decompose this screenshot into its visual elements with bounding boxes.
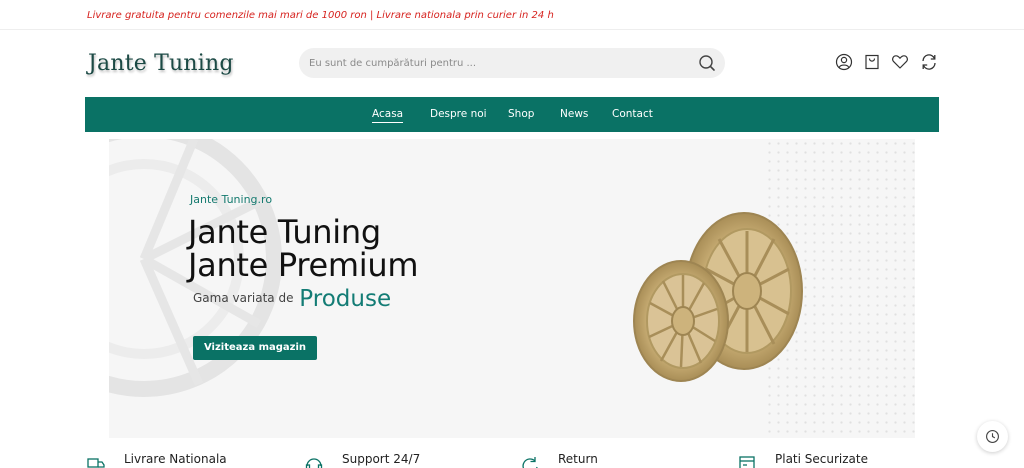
return-icon (520, 454, 540, 468)
hero-subtitle-highlight: Produse (299, 286, 392, 312)
headset-icon (304, 454, 324, 468)
nav-item-news[interactable]: News (560, 108, 588, 120)
hero-subtitle-text: Gama variata de (193, 291, 294, 305)
history-button[interactable] (977, 421, 1008, 452)
bag-icon[interactable] (862, 52, 882, 72)
visit-shop-button[interactable]: Viziteaza magazin (193, 336, 317, 360)
site-header: Jante Tuning (0, 30, 1024, 96)
payment-icon (737, 454, 757, 468)
features-strip: Livrare Nationala Support 24/7 Return Pl… (0, 446, 1024, 468)
hero-subtitle: Gama variata de Produse (193, 282, 391, 312)
feature-label: Livrare Nationala (124, 452, 227, 466)
promo-text: Livrare gratuita pentru comenzile mai ma… (87, 10, 554, 21)
user-icon[interactable] (834, 52, 854, 72)
hero-title-line-2: Jante Premium (188, 246, 419, 284)
hero-title: Jante Tuning Jante Premium (188, 213, 419, 284)
main-nav: Acasa Despre noi Shop News Contact (85, 97, 939, 132)
nav-item-acasa[interactable]: Acasa (372, 108, 404, 123)
truck-icon (86, 454, 106, 468)
search-bar (299, 48, 725, 78)
search-input[interactable] (309, 55, 679, 71)
feature-label: Return (558, 452, 598, 466)
history-icon (986, 430, 999, 443)
hero-banner: Jante Tuning.ro Jante Tuning Jante Premi… (109, 139, 915, 438)
site-logo[interactable]: Jante Tuning (88, 51, 234, 76)
gold-wheels-image (633, 212, 803, 382)
hero-title-line-1: Jante Tuning (188, 213, 381, 251)
hero-kicker: Jante Tuning.ro (190, 193, 273, 206)
promo-bar: Livrare gratuita pentru comenzile mai ma… (0, 0, 1024, 30)
feature-label: Plati Securizate (775, 452, 868, 466)
nav-item-shop[interactable]: Shop (508, 108, 534, 120)
search-icon[interactable] (697, 53, 717, 73)
heart-icon[interactable] (890, 52, 910, 72)
nav-item-contact[interactable]: Contact (612, 108, 653, 120)
nav-item-despre-noi[interactable]: Despre noi (430, 108, 487, 120)
feature-label: Support 24/7 (342, 452, 421, 466)
compare-icon[interactable] (919, 52, 939, 72)
